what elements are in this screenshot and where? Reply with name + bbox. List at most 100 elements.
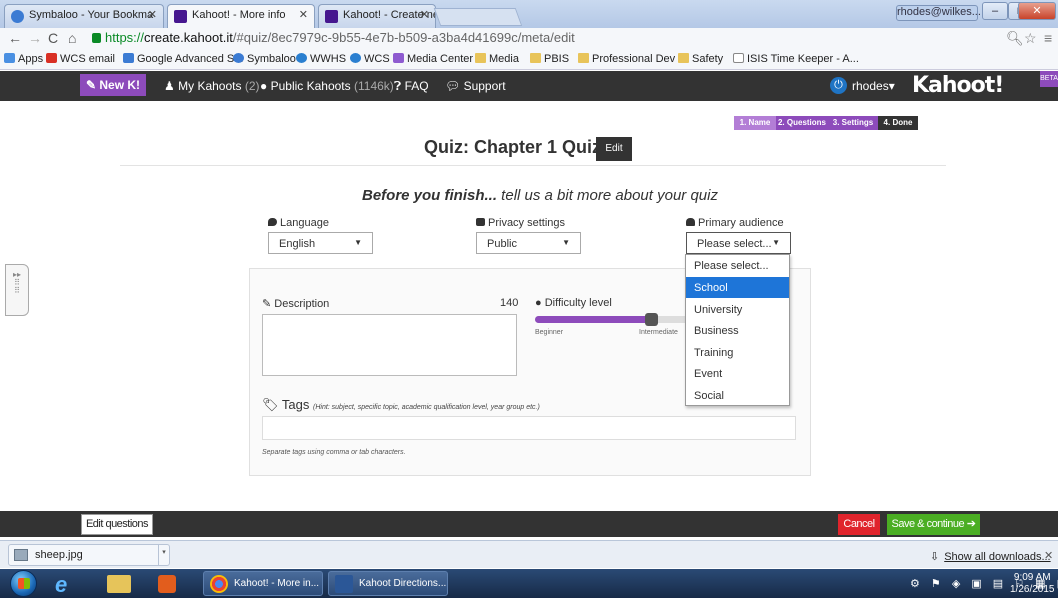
new-tab-button[interactable] <box>433 8 523 26</box>
nav-public-kahoots[interactable]: ● Public Kahoots (1146k) <box>260 79 394 93</box>
home-icon[interactable]: ⌂ <box>68 30 76 46</box>
folder-icon <box>530 53 541 63</box>
url-path: /#quiz/8ec7979c-9b55-4e7b-b509-a3ba4d416… <box>232 30 575 45</box>
downloads-bar: sheep.jpg ▾ ⇩ Show all downloads... ✕ <box>0 540 1058 568</box>
difficulty-scale-beginner: Beginner <box>535 329 564 336</box>
beta-badge: BETA <box>1040 71 1058 87</box>
explorer-folder-icon[interactable] <box>107 575 131 593</box>
cancel-button[interactable]: Cancel <box>838 514 880 535</box>
image-file-icon <box>14 549 28 561</box>
privacy-select[interactable]: Public ▼ <box>476 232 581 254</box>
question-icon: ❓︎ <box>394 79 402 93</box>
bookmark-apps[interactable]: Apps <box>4 53 43 65</box>
bookmark-isis[interactable]: ISIS Time Keeper - A... <box>733 53 859 65</box>
download-item[interactable]: sheep.jpg ▾ <box>8 544 170 566</box>
close-tab-icon[interactable]: ✕ <box>148 8 157 21</box>
bookmark-pbis[interactable]: PBIS <box>530 53 569 65</box>
gmail-icon <box>46 53 57 63</box>
start-button[interactable] <box>10 570 37 597</box>
bookmark-media[interactable]: Media <box>475 53 519 65</box>
symbaloo-icon <box>233 53 244 63</box>
close-tab-icon[interactable]: ✕ <box>420 8 429 21</box>
nav-my-kahoots[interactable]: ♟ My Kahoots (2) <box>164 79 260 93</box>
tab-kahoot-more-info[interactable]: Kahoot! - More info ✕ <box>167 4 315 28</box>
address-bar-row: ← → C ⌂ https://create.kahoot.it/#quiz/8… <box>0 28 1058 50</box>
privacy-label: Privacy settings <box>476 217 565 229</box>
bookmark-safety[interactable]: Safety <box>678 53 723 65</box>
ie-icon <box>296 53 307 63</box>
audience-option[interactable]: Training <box>686 342 789 363</box>
user-menu[interactable]: rhodes▾ <box>852 79 895 93</box>
save-continue-button[interactable]: Save & continue ➔ <box>887 514 980 535</box>
zoom-icon[interactable]: 🔍︎ <box>1006 30 1024 47</box>
tags-input[interactable] <box>262 416 796 440</box>
audience-option[interactable]: Please select... <box>686 255 789 276</box>
bookmark-professional-dev[interactable]: Professional Dev <box>578 53 675 65</box>
step-name[interactable]: 1. Name <box>734 116 776 130</box>
caret-down-icon[interactable]: ▾ <box>158 545 169 565</box>
bookmark-google-advanced[interactable]: Google Advanced S... <box>123 53 243 65</box>
bookmark-wcs[interactable]: WCS <box>350 53 390 65</box>
new-kahoot-button[interactable]: ✎ New K! <box>80 74 146 96</box>
close-window-button[interactable]: ✕ <box>1018 2 1056 20</box>
kahoot-favicon-icon <box>325 10 338 23</box>
edit-questions-button[interactable]: Edit questions <box>81 514 153 535</box>
ie-icon[interactable]: e <box>55 572 79 597</box>
tab-kahoot-create[interactable]: Kahoot! - Create new Kah ✕ <box>318 4 436 28</box>
nav-faq[interactable]: ❓︎ FAQ <box>394 79 429 94</box>
side-toggle-handle[interactable]: ▸▸ ⠿ ⠿ <box>5 264 29 316</box>
kahoot-logo: Kahoot! <box>912 73 1004 98</box>
close-downloads-icon[interactable]: ✕ <box>1044 549 1053 562</box>
taskbar-word-window[interactable]: Kahoot Directions... <box>328 571 448 596</box>
caret-down-icon: ▼ <box>354 238 362 247</box>
language-select[interactable]: English ▼ <box>268 232 373 254</box>
bookmark-wwhs[interactable]: WWHS <box>296 53 346 65</box>
caret-down-icon: ▼ <box>562 238 570 247</box>
power-icon[interactable]: ⏻ <box>830 77 847 94</box>
close-tab-icon[interactable]: ✕ <box>299 8 308 21</box>
tab-title: Kahoot! - More info <box>192 9 286 21</box>
globe-icon: ● <box>260 79 268 93</box>
edit-title-button[interactable]: Edit <box>596 137 632 161</box>
taskbar-chrome-window[interactable]: Kahoot! - More in... <box>203 571 323 596</box>
url-field[interactable]: https://create.kahoot.it/#quiz/8ec7979c-… <box>92 30 575 48</box>
forward-arrow-icon[interactable]: → <box>28 30 42 46</box>
chrome-icon <box>210 575 228 593</box>
reload-icon[interactable]: C <box>48 30 58 46</box>
audience-select[interactable]: Please select... ▼ <box>686 232 791 254</box>
folder-icon <box>678 53 689 63</box>
step-settings[interactable]: 3. Settings <box>828 116 878 130</box>
star-icon[interactable]: ☆ <box>1024 30 1037 47</box>
bookmark-symbaloo[interactable]: Symbaloo <box>233 53 296 65</box>
url-host: create.kahoot.it <box>144 30 233 45</box>
description-textarea[interactable] <box>262 314 517 376</box>
menu-icon[interactable]: ≡ <box>1044 30 1052 46</box>
media-player-icon[interactable] <box>158 575 176 593</box>
audience-option[interactable]: Event <box>686 363 789 384</box>
step-questions[interactable]: 2. Questions <box>776 116 828 130</box>
symbaloo-favicon-icon <box>11 10 24 23</box>
step-done[interactable]: 4. Done <box>878 116 918 130</box>
difficulty-thumb[interactable] <box>645 313 658 326</box>
w-icon <box>393 53 404 63</box>
person-icon: ♟ <box>164 79 175 93</box>
minimize-button[interactable]: – <box>982 2 1008 20</box>
chat-bubble-icon: 💬︎ <box>445 79 461 93</box>
show-all-downloads-link[interactable]: ⇩ Show all downloads... <box>930 550 1051 563</box>
audience-option[interactable]: Social <box>686 385 789 406</box>
nav-support[interactable]: 💬︎ Support <box>445 79 506 93</box>
folder-icon <box>475 53 486 63</box>
audience-option[interactable]: Business <box>686 320 789 341</box>
kahoot-favicon-icon <box>174 10 187 23</box>
tab-symbaloo[interactable]: Symbaloo - Your Bookma ✕ <box>4 4 164 28</box>
caret-down-icon: ▼ <box>772 238 780 247</box>
audience-option[interactable]: University <box>686 299 789 320</box>
difficulty-fill <box>535 316 651 323</box>
tab-title: Symbaloo - Your Bookma <box>29 9 154 21</box>
bookmark-media-center[interactable]: Media Center <box>393 53 473 65</box>
audience-option-highlighted[interactable]: School <box>686 277 789 298</box>
taskbar-clock[interactable]: 9:09 AM 1/26/2015 <box>1010 572 1055 596</box>
arrow-right-icon: ➔ <box>966 518 976 530</box>
back-arrow-icon[interactable]: ← <box>8 30 22 46</box>
bookmark-wcs-email[interactable]: WCS email <box>46 53 115 65</box>
